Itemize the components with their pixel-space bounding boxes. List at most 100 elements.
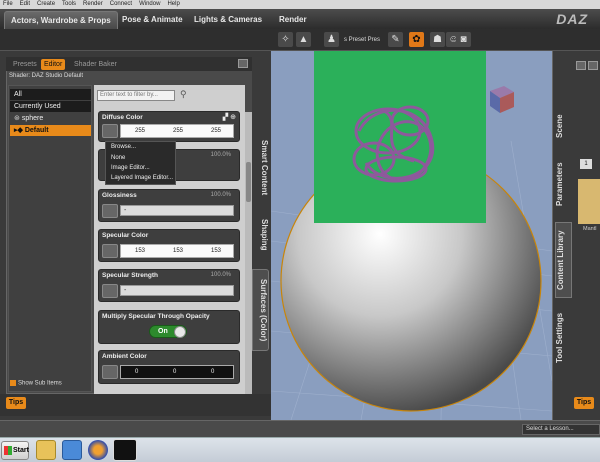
menu-item-browse[interactable]: Browse...: [111, 144, 136, 150]
blue-value: 153: [211, 248, 222, 254]
content-thumbnail[interactable]: [578, 179, 600, 224]
specular-color-property: Specular Color 153 153 153: [98, 229, 240, 262]
filter-input[interactable]: Enter text to filter by...: [97, 90, 175, 101]
toggle-knob: [174, 326, 186, 338]
scribble-texture: [352, 105, 435, 183]
texture-swatch[interactable]: [102, 244, 118, 258]
diffuse-color-value[interactable]: 255 255 255: [120, 124, 234, 138]
left-vertical-tabs: Smart Content Shaping Surfaces (Color): [252, 57, 269, 394]
menu-item-layered-image-editor[interactable]: Layered Image Editor...: [111, 175, 173, 181]
page-number[interactable]: 1: [580, 159, 592, 169]
tab-actors-wardrobe-props[interactable]: Actors, Wardrobe & Props: [4, 11, 118, 29]
tree-item-all[interactable]: All: [10, 89, 91, 100]
texture-context-menu: Browse... None Image Editor... Layered I…: [105, 141, 176, 185]
texture-swatch[interactable]: [102, 284, 118, 298]
glossiness-slider[interactable]: -: [120, 205, 234, 216]
tab-lights-cameras[interactable]: Lights & Cameras: [188, 11, 268, 29]
landscape-icon[interactable]: ▲: [296, 32, 311, 47]
ambient-color-value[interactable]: 0 0 0: [120, 365, 234, 379]
red-value: 153: [135, 248, 146, 254]
menu-window[interactable]: Window: [139, 0, 160, 9]
camera-icon[interactable]: ◙: [456, 32, 471, 47]
checkbox-icon[interactable]: [10, 380, 16, 386]
menu-item-none[interactable]: None: [111, 155, 125, 161]
tips-button[interactable]: Tips: [6, 397, 26, 409]
green-value: 255: [173, 128, 184, 134]
nav-left-icon[interactable]: [576, 61, 586, 70]
property-percent: 100.0%: [210, 192, 231, 198]
search-icon[interactable]: ⚲: [180, 89, 187, 100]
lesson-select[interactable]: Select a Lesson...: [522, 424, 600, 435]
tab-parameters[interactable]: Parameters: [555, 160, 572, 208]
multiply-specular-toggle[interactable]: On: [149, 325, 187, 338]
room-tabs: Actors, Wardrobe & Props Pose & Animate …: [0, 9, 600, 29]
glossiness-property: Glossiness 100.0% -: [98, 189, 240, 222]
menu-item-image-editor[interactable]: Image Editor...: [111, 165, 150, 171]
surface-tree: All Currently Used ⊛ sphere ▸◆ Default: [8, 85, 92, 392]
folder-icon[interactable]: [36, 440, 56, 460]
tab-shader-baker[interactable]: Shader Baker: [71, 59, 120, 70]
red-value: 255: [135, 128, 146, 134]
menu-render[interactable]: Render: [83, 0, 103, 9]
texture-swatch[interactable]: [102, 204, 118, 218]
menu-create[interactable]: Create: [37, 0, 55, 9]
tab-presets[interactable]: Presets: [10, 59, 40, 70]
expand-icon: ▸◆: [14, 127, 25, 134]
tree-item-default[interactable]: ▸◆ Default: [10, 125, 91, 136]
tab-content-library[interactable]: Content Library: [555, 222, 572, 298]
property-percent: 100.0%: [210, 272, 231, 278]
show-sub-items-label: Show Sub Items: [18, 380, 62, 387]
pane-options-icon[interactable]: [238, 59, 248, 68]
surface-paint-icon[interactable]: ✿: [409, 32, 424, 47]
view-cube-icon[interactable]: [490, 86, 514, 113]
daz-studio-icon[interactable]: [113, 439, 137, 461]
pose-preset-icon[interactable]: ✎: [388, 32, 403, 47]
menu-bar: File Edit Create Tools Render Connect Wi…: [0, 0, 600, 9]
tab-smart-content[interactable]: Smart Content: [252, 137, 269, 199]
menu-connect[interactable]: Connect: [110, 0, 132, 9]
menu-file[interactable]: File: [3, 0, 13, 9]
nav-right-icon[interactable]: [588, 61, 598, 70]
lesson-bar: [0, 420, 600, 437]
property-title: Glossiness: [102, 192, 137, 199]
start-orb-icon: [4, 446, 12, 455]
menu-tools[interactable]: Tools: [62, 0, 76, 9]
show-sub-items[interactable]: Show Sub Items: [10, 380, 62, 387]
menu-help[interactable]: Help: [167, 0, 179, 9]
texture-swatch[interactable]: [102, 365, 118, 379]
property-percent: 100.0%: [210, 152, 231, 158]
tree-item-currently-used[interactable]: Currently Used: [10, 101, 91, 112]
specular-strength-slider[interactable]: -: [120, 285, 234, 296]
tab-render[interactable]: Render: [273, 11, 313, 29]
figure-walk-icon[interactable]: ♟: [324, 32, 339, 47]
tab-editor[interactable]: Editor: [41, 59, 66, 70]
tab-shaping[interactable]: Shaping: [252, 215, 269, 255]
media-player-icon[interactable]: [62, 440, 82, 460]
tips-button-right[interactable]: Tips: [574, 397, 594, 409]
daz-logo: DAZ: [556, 11, 588, 27]
specular-color-value[interactable]: 153 153 153: [120, 244, 234, 258]
toolbar-preset-label: s Preset Pres: [344, 37, 381, 43]
light-preset-icon[interactable]: ✧: [278, 32, 293, 47]
start-button[interactable]: Start: [1, 441, 29, 460]
tree-item-sphere[interactable]: ⊛ sphere: [10, 113, 91, 124]
figure-group-icon[interactable]: ☗: [430, 32, 445, 47]
firefox-icon[interactable]: [88, 440, 108, 460]
toggle-label: On: [158, 328, 168, 335]
property-options-icon[interactable]: ▞ ⊕: [223, 113, 236, 121]
tab-surfaces-color[interactable]: Surfaces (Color): [252, 269, 269, 351]
properties-scrollbar[interactable]: [245, 112, 252, 394]
texture-swatch[interactable]: [102, 124, 118, 138]
tab-scene[interactable]: Scene: [555, 106, 572, 146]
property-title: Multiply Specular Through Opacity: [102, 313, 210, 320]
property-title: Specular Color: [102, 232, 149, 239]
tab-tool-settings[interactable]: Tool Settings: [555, 310, 572, 366]
render-preview: [314, 51, 486, 223]
scrollbar-thumb[interactable]: [246, 162, 251, 202]
green-value: 0: [173, 369, 177, 375]
specular-strength-property: Specular Strength 100.0% -: [98, 269, 240, 302]
blue-value: 0: [211, 369, 215, 375]
red-value: 0: [135, 369, 139, 375]
tab-pose-animate[interactable]: Pose & Animate: [116, 11, 189, 29]
menu-edit[interactable]: Edit: [20, 0, 30, 9]
